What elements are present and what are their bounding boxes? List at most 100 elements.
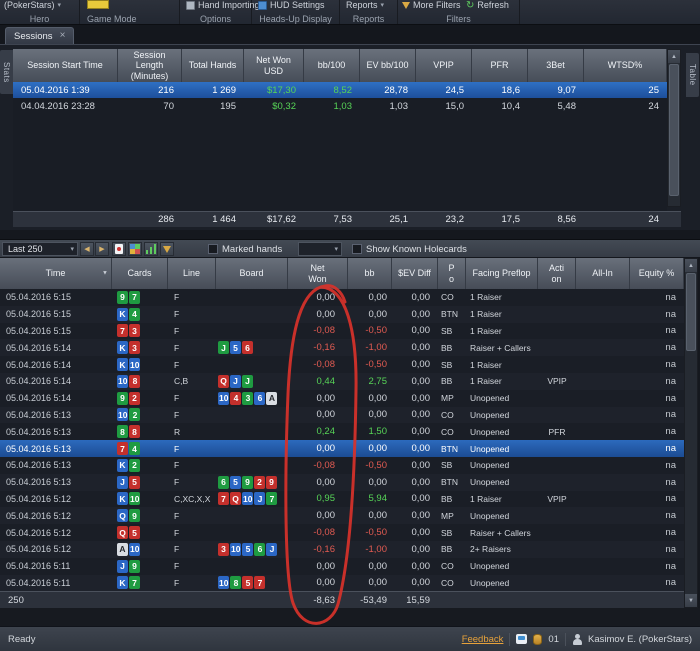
cell-ev-diff: 0,00 xyxy=(411,510,431,522)
hand-row[interactable]: 05.04.2016 5:12 K 10 C,XC,X,X 7 Q 10 J 7 0,95 5,94… xyxy=(0,490,684,508)
hand-row[interactable]: 05.04.2016 5:13 10 2 F 0,00 0,00 0,00 CO Unopene… xyxy=(0,406,684,424)
column-header-wtsd[interactable]: WTSD% xyxy=(584,49,667,82)
cell-all-in xyxy=(576,323,630,340)
column-header-net-won[interactable]: Net Won xyxy=(288,258,348,289)
column-header-po[interactable]: Po xyxy=(438,258,466,289)
more-filters-button[interactable]: More Filters xyxy=(402,0,461,11)
hand-row[interactable]: 05.04.2016 5:11 K 7 F 10 8 5 7 0,00 0,00 0,00 CO Uno… xyxy=(0,574,684,591)
column-header-3bet[interactable]: 3Bet xyxy=(528,49,584,82)
column-header-time[interactable]: Time ▼ xyxy=(0,258,112,289)
hand-row[interactable]: 05.04.2016 5:12 A 10 F 3 10 5 6 J -0,16 -1,00 0,00 B… xyxy=(0,540,684,558)
column-header-ev-diff[interactable]: $EV Diff xyxy=(392,258,438,289)
hero-account-button[interactable]: (PokerStars) ▾ xyxy=(4,0,61,11)
tab-sessions[interactable]: Sessions × xyxy=(5,27,75,44)
hands-range-select[interactable]: Last 250 ▾ xyxy=(2,242,78,256)
hand-row[interactable]: 05.04.2016 5:14 10 8 C,B Q J J 0,44 2,75 0,00 BB 1 … xyxy=(0,372,684,390)
column-header-pfr[interactable]: PFR xyxy=(472,49,528,82)
hands-scrollbar[interactable]: ▲ ▼ xyxy=(684,258,698,608)
cell-equity: na xyxy=(665,308,676,320)
sessions-scrollbar[interactable]: ▲ xyxy=(667,49,681,207)
stats-side-tab[interactable]: Stats xyxy=(0,50,13,94)
hand-row[interactable]: 05.04.2016 5:14 9 2 F 10 4 3 6 A 0,00 0,00 0,00 MP Un… xyxy=(0,389,684,407)
table-side-tab[interactable]: Table xyxy=(686,53,699,97)
status-right-cluster: Feedback 01 Kasimov E. (PokerStars) xyxy=(462,627,692,651)
sessions-table: Session Start Time Session Length (Minute… xyxy=(13,49,681,227)
card-chip: 7 xyxy=(117,442,128,456)
column-header-total-hands[interactable]: Total Hands xyxy=(182,49,244,82)
cell-all-in xyxy=(576,423,630,440)
column-header-action[interactable]: Action xyxy=(538,258,576,289)
session-row[interactable]: 05.04.2016 1:39 216 1 269 $17,30 8,52 28,78 24… xyxy=(13,82,667,98)
cell-line: C,B xyxy=(174,376,189,387)
hand-row[interactable]: 05.04.2016 5:14 K 10 F -0,08 -0,50 0,00 SB 1 Rai… xyxy=(0,356,684,373)
replayer-button[interactable] xyxy=(112,242,126,256)
column-filter-icon[interactable]: ▼ xyxy=(102,270,108,277)
hand-row[interactable]: 05.04.2016 5:13 8 8 R 0,24 1,50 0,00 CO Unopened… xyxy=(0,423,684,441)
column-header-all-in[interactable]: All-In xyxy=(576,258,630,289)
cell-line: F xyxy=(174,342,180,353)
show-known-holecards-checkbox[interactable] xyxy=(352,244,362,254)
feedback-link[interactable]: Feedback xyxy=(462,634,504,645)
hand-row[interactable]: 05.04.2016 5:13 7 4 F 0,00 0,00 0,00 BTN Unopene… xyxy=(0,440,684,457)
cell-all-in xyxy=(576,289,630,306)
cell-cards: K3 xyxy=(112,339,168,356)
column-header-facing-preflop[interactable]: Facing Preflop xyxy=(466,258,538,289)
marked-hands-select[interactable]: ▾ xyxy=(298,242,342,256)
scroll-up-icon[interactable]: ▲ xyxy=(668,50,680,63)
chart-view-button[interactable] xyxy=(144,242,158,256)
cell-cards: K 10 xyxy=(112,356,168,373)
hands-scrollbar-thumb[interactable] xyxy=(686,273,696,351)
hud-settings-button[interactable]: HUD Settings xyxy=(258,0,325,11)
refresh-button[interactable]: ↻ Refresh xyxy=(466,0,509,11)
cell-bb: -0,50 xyxy=(365,359,387,371)
column-header-bb[interactable]: bb xyxy=(348,258,392,289)
hands-table-body: 05.04.2016 5:15 9 7 F 0,00 0,00 0,00 CO 1 Raiser… xyxy=(0,289,684,591)
hand-row[interactable]: 05.04.2016 5:15 7 3 F -0,08 -0,50 0,00 SB 1 Rais… xyxy=(0,322,684,340)
chat-icon[interactable] xyxy=(516,634,528,644)
cell-wtsd: 25 xyxy=(648,84,659,96)
cell-ev-diff: 0,00 xyxy=(411,409,431,421)
cell-line: F xyxy=(174,443,180,454)
prev-hand-button[interactable]: ◀ xyxy=(80,242,94,256)
sessions-scrollbar-thumb[interactable] xyxy=(669,64,679,196)
hand-row[interactable]: 05.04.2016 5:12 Q 5 F -0,08 -0,50 0,00 SB Raiser… xyxy=(0,524,684,541)
summary-cell-wtsd: 24 xyxy=(648,214,659,225)
filter-button[interactable] xyxy=(160,242,174,256)
column-header-equity[interactable]: Equity % xyxy=(630,258,684,289)
scroll-up-icon[interactable]: ▲ xyxy=(685,259,697,272)
marked-hands-checkbox[interactable] xyxy=(208,244,218,254)
hand-row[interactable]: 05.04.2016 5:15 K 4 F 0,00 0,00 0,00 BTN 1 Raise… xyxy=(0,305,684,323)
card-chip: 2 xyxy=(129,408,141,422)
reports-button[interactable]: Reports ▾ xyxy=(346,0,384,11)
column-header-session-start-time[interactable]: Session Start Time xyxy=(13,49,118,82)
hand-row[interactable]: 05.04.2016 5:14 K 3 F J 5 6 -0,16 -1,00 0,00 BB Rai… xyxy=(0,339,684,357)
column-header-vpip[interactable]: VPIP xyxy=(416,49,472,82)
card-chip: 8 xyxy=(129,374,141,388)
column-header-board[interactable]: Board xyxy=(216,258,288,289)
cell-equity: na xyxy=(665,426,676,438)
hand-row[interactable]: 05.04.2016 5:13 J 5 F 6 5 9 2 9 0,00 0,00 0,00 BTN Un… xyxy=(0,473,684,491)
column-header-bb-100[interactable]: bb/100 xyxy=(304,49,360,82)
cards-icon xyxy=(115,244,123,254)
column-header-cards[interactable]: Cards xyxy=(112,258,168,289)
column-header-session-length-minutes[interactable]: Session Length (Minutes) xyxy=(118,49,182,82)
card-chip: K xyxy=(117,307,128,321)
session-row[interactable]: 04.04.2016 23:28 70 195 $0,32 1,03 1,03 15,0 10… xyxy=(13,98,667,114)
next-hand-button[interactable]: ▶ xyxy=(95,242,109,256)
scroll-down-icon[interactable]: ▼ xyxy=(685,594,697,607)
cell-vpip: 15,0 xyxy=(445,100,465,112)
hand-importing-button[interactable]: Hand Importing xyxy=(186,0,260,11)
column-header-net-won-usd[interactable]: Net Won USD xyxy=(244,49,304,82)
close-icon[interactable]: × xyxy=(60,31,66,41)
cell-action xyxy=(538,306,576,323)
column-header-ev-bb-100[interactable]: EV bb/100 xyxy=(360,49,416,82)
grid-view-button[interactable] xyxy=(128,242,142,256)
card-chip: 10 xyxy=(242,492,254,506)
game-mode-swatch[interactable] xyxy=(87,0,109,9)
column-header-line[interactable]: Line xyxy=(168,258,216,289)
hand-row[interactable]: 05.04.2016 5:11 J 9 F 0,00 0,00 0,00 CO Unopened… xyxy=(0,557,684,575)
database-icon[interactable] xyxy=(533,633,543,645)
hand-row[interactable]: 05.04.2016 5:15 9 7 F 0,00 0,00 0,00 CO 1 Raiser… xyxy=(0,289,684,306)
hand-row[interactable]: 05.04.2016 5:13 K 2 F -0,08 -0,50 0,00 SB Unopen… xyxy=(0,456,684,474)
hand-row[interactable]: 05.04.2016 5:12 Q 9 F 0,00 0,00 0,00 MP Unopened… xyxy=(0,507,684,525)
